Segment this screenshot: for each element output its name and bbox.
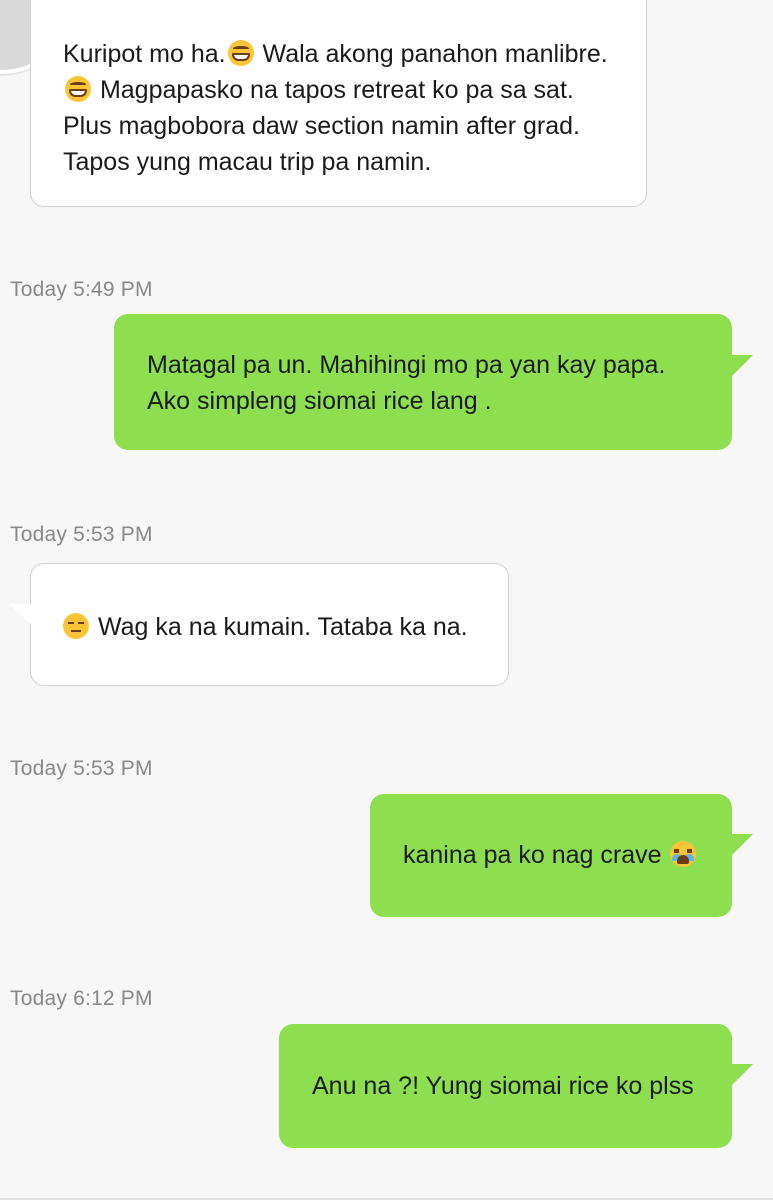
bubble-tail	[731, 355, 753, 377]
message-timestamp: Today 5:49 PM	[10, 278, 153, 301]
chat-screen: Kuripot mo ha. Wala akong panahon manlib…	[0, 0, 773, 1200]
message-text: Wala akong panahon manlibre.	[255, 40, 608, 68]
bubble-tail	[731, 834, 753, 856]
incoming-message-bubble[interactable]: Kuripot mo ha. Wala akong panahon manlib…	[30, 0, 647, 207]
expressionless-face-emoji-icon	[63, 613, 89, 639]
message-timestamp: Today 5:53 PM	[10, 523, 153, 546]
message-text: kanina pa ko nag crave	[403, 841, 662, 869]
grinning-face-emoji-icon	[227, 40, 254, 66]
message-timestamp: Today 6:12 PM	[10, 987, 153, 1010]
crying-face-emoji-icon	[670, 841, 697, 867]
incoming-message-bubble[interactable]: Wag ka na kumain. Tataba ka na.	[30, 563, 509, 686]
grinning-face-emoji-icon	[65, 76, 91, 102]
message-text: Kuripot mo ha.	[63, 40, 226, 68]
bubble-tail	[731, 1064, 753, 1086]
outgoing-message-bubble[interactable]: kanina pa ko nag crave	[370, 794, 732, 917]
message-text: Matagal pa un. Mahihingi mo pa yan kay p…	[147, 351, 666, 415]
message-timestamp: Today 5:53 PM	[10, 757, 153, 780]
outgoing-message-bubble[interactable]: Matagal pa un. Mahihingi mo pa yan kay p…	[114, 314, 732, 450]
message-text: Wag ka na kumain. Tataba ka na.	[97, 613, 468, 641]
message-text: Anu na ?! Yung siomai rice ko plss	[312, 1072, 694, 1100]
message-text: Magpapasko na tapos retreat ko pa sa sat…	[63, 76, 580, 176]
outgoing-message-bubble[interactable]: Anu na ?! Yung siomai rice ko plss	[279, 1024, 732, 1148]
bubble-tail	[9, 604, 31, 624]
